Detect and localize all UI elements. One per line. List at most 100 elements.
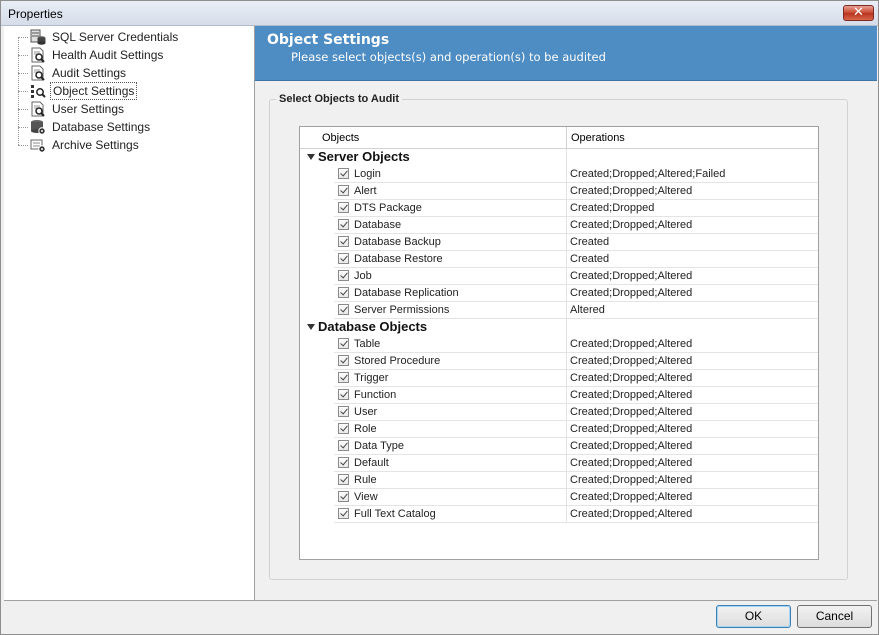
- operations-cell[interactable]: Created;Dropped: [570, 202, 654, 214]
- operations-cell[interactable]: Altered: [570, 304, 605, 316]
- table-row[interactable]: Database Backup Created: [300, 233, 818, 251]
- operations-cell[interactable]: Created;Dropped;Altered: [570, 372, 692, 384]
- table-row[interactable]: DTS Package Created;Dropped: [300, 199, 818, 217]
- object-name: Server Permissions: [354, 304, 450, 316]
- object-name: Default: [354, 457, 389, 469]
- operations-cell[interactable]: Created;Dropped;Altered: [570, 287, 692, 299]
- row-indent: [300, 301, 334, 319]
- sidebar-item-user-settings[interactable]: User Settings: [14, 100, 180, 118]
- object-name: Role: [354, 423, 377, 435]
- operations-cell[interactable]: Created;Dropped;Altered: [570, 389, 692, 401]
- close-button[interactable]: ✕: [843, 5, 874, 21]
- operations-cell[interactable]: Created;Dropped;Altered: [570, 491, 692, 503]
- operations-cell[interactable]: Created;Dropped;Altered: [570, 219, 692, 231]
- column-separator: [566, 506, 567, 523]
- operations-cell[interactable]: Created;Dropped;Altered: [570, 270, 692, 282]
- table-row[interactable]: User Created;Dropped;Altered: [300, 403, 818, 421]
- table-row[interactable]: Trigger Created;Dropped;Altered: [300, 369, 818, 387]
- table-row[interactable]: Server Permissions Altered: [300, 301, 818, 319]
- collapse-arrow-icon[interactable]: [307, 154, 315, 160]
- object-name: Full Text Catalog: [354, 508, 436, 520]
- sidebar-item-audit-settings[interactable]: Audit Settings: [14, 64, 180, 82]
- table-row[interactable]: View Created;Dropped;Altered: [300, 488, 818, 506]
- object-checkbox[interactable]: [338, 355, 349, 366]
- table-row[interactable]: Database Restore Created: [300, 250, 818, 268]
- title-bar[interactable]: Properties ✕: [1, 1, 878, 26]
- object-checkbox[interactable]: [338, 236, 349, 247]
- row-indent: [300, 369, 334, 387]
- group-row-database-objects[interactable]: Database Objects: [300, 319, 818, 336]
- tree-branch-line: [18, 144, 28, 146]
- object-checkbox[interactable]: [338, 287, 349, 298]
- operations-cell[interactable]: Created;Dropped;Altered: [570, 338, 692, 350]
- table-row[interactable]: Table Created;Dropped;Altered: [300, 335, 818, 353]
- operations-cell[interactable]: Created;Dropped;Altered: [570, 423, 692, 435]
- object-checkbox[interactable]: [338, 440, 349, 451]
- object-checkbox[interactable]: [338, 389, 349, 400]
- sidebar-item-health-audit-settings[interactable]: Health Audit Settings: [14, 46, 180, 64]
- table-row[interactable]: Default Created;Dropped;Altered: [300, 454, 818, 472]
- sidebar-item-label: Archive Settings: [52, 138, 139, 152]
- sidebar-item-sql-server-credentials[interactable]: SQL Server Credentials: [14, 28, 180, 46]
- table-row[interactable]: Job Created;Dropped;Altered: [300, 267, 818, 285]
- object-checkbox[interactable]: [338, 168, 349, 179]
- column-separator[interactable]: [566, 127, 567, 149]
- collapse-arrow-icon[interactable]: [307, 324, 315, 330]
- table-row[interactable]: Function Created;Dropped;Altered: [300, 386, 818, 404]
- object-name: Trigger: [354, 372, 389, 384]
- object-checkbox[interactable]: [338, 423, 349, 434]
- operations-cell[interactable]: Created;Dropped;Altered: [570, 185, 692, 197]
- db-gear-icon: [30, 119, 46, 135]
- object-checkbox[interactable]: [338, 338, 349, 349]
- column-header-operations[interactable]: Operations: [571, 132, 625, 144]
- column-header-objects[interactable]: Objects: [322, 132, 359, 144]
- table-row[interactable]: Role Created;Dropped;Altered: [300, 420, 818, 438]
- operations-cell[interactable]: Created;Dropped;Altered;Failed: [570, 168, 725, 180]
- group-row-server-objects[interactable]: Server Objects: [300, 149, 818, 166]
- row-indent: [300, 471, 334, 489]
- object-name: Alert: [354, 185, 377, 197]
- table-row[interactable]: Database Created;Dropped;Altered: [300, 216, 818, 234]
- object-checkbox[interactable]: [338, 508, 349, 519]
- table-row[interactable]: Database Replication Created;Dropped;Alte…: [300, 284, 818, 302]
- object-checkbox[interactable]: [338, 474, 349, 485]
- object-checkbox[interactable]: [338, 253, 349, 264]
- table-row[interactable]: Rule Created;Dropped;Altered: [300, 471, 818, 489]
- object-checkbox[interactable]: [338, 219, 349, 230]
- tree-branch-line: [18, 54, 28, 56]
- operations-cell[interactable]: Created;Dropped;Altered: [570, 474, 692, 486]
- operations-cell[interactable]: Created: [570, 236, 609, 248]
- sidebar-item-object-settings[interactable]: Object Settings: [14, 82, 180, 100]
- cancel-button[interactable]: Cancel: [797, 605, 872, 628]
- object-checkbox[interactable]: [338, 270, 349, 281]
- sidebar-item-archive-settings[interactable]: Archive Settings: [14, 136, 180, 154]
- column-separator: [566, 200, 567, 217]
- object-checkbox[interactable]: [338, 457, 349, 468]
- select-objects-group: Select Objects to Audit Objects Operatio…: [269, 93, 848, 580]
- operations-cell[interactable]: Created;Dropped;Altered: [570, 457, 692, 469]
- operations-cell[interactable]: Created;Dropped;Altered: [570, 508, 692, 520]
- ok-button[interactable]: OK: [716, 605, 791, 628]
- object-checkbox[interactable]: [338, 304, 349, 315]
- table-row[interactable]: Alert Created;Dropped;Altered: [300, 182, 818, 200]
- object-checkbox[interactable]: [338, 372, 349, 383]
- operations-cell[interactable]: Created;Dropped;Altered: [570, 440, 692, 452]
- operations-cell[interactable]: Created;Dropped;Altered: [570, 406, 692, 418]
- row-indent: [300, 216, 334, 234]
- object-checkbox[interactable]: [338, 406, 349, 417]
- table-row[interactable]: Data Type Created;Dropped;Altered: [300, 437, 818, 455]
- operations-cell[interactable]: Created;Dropped;Altered: [570, 355, 692, 367]
- object-checkbox[interactable]: [338, 491, 349, 502]
- table-row[interactable]: Login Created;Dropped;Altered;Failed: [300, 165, 818, 183]
- object-checkbox[interactable]: [338, 202, 349, 213]
- sidebar-item-label: Audit Settings: [52, 66, 127, 80]
- table-row[interactable]: Full Text Catalog Created;Dropped;Altered: [300, 505, 818, 523]
- row-indent: [300, 267, 334, 285]
- object-checkbox[interactable]: [338, 185, 349, 196]
- column-separator: [566, 302, 567, 319]
- object-name: Data Type: [354, 440, 404, 452]
- sidebar-item-database-settings[interactable]: Database Settings: [14, 118, 180, 136]
- object-name: User: [354, 406, 378, 418]
- operations-cell[interactable]: Created: [570, 253, 609, 265]
- table-row[interactable]: Stored Procedure Created;Dropped;Altered: [300, 352, 818, 370]
